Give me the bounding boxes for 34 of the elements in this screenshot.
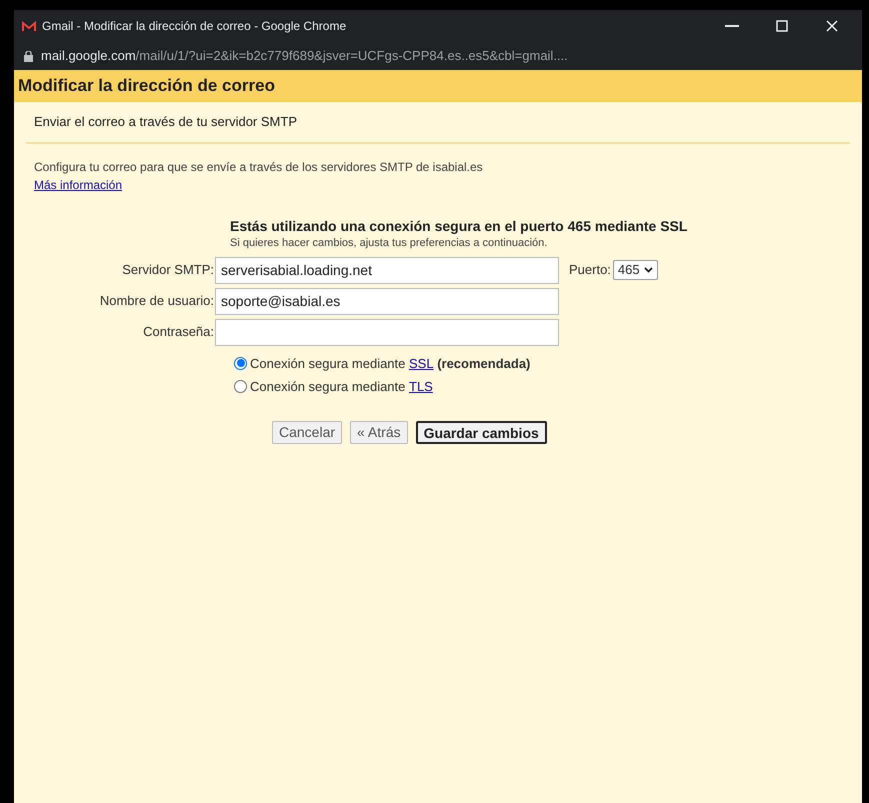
protocol-link[interactable]: SSL xyxy=(409,354,434,373)
dialog-button[interactable]: Guardar cambios xyxy=(416,420,547,444)
dialog-button[interactable]: Cancelar xyxy=(272,420,342,444)
intro-text: Configura tu correo para que se envíe a través de los servidores SMTP de isabial.es xyxy=(34,158,484,176)
radio-label: Conexión segura mediante xyxy=(250,378,406,396)
notice-subtitle: Si quieres hacer cambios, ajusta tus preferencias a continuación. xyxy=(230,236,548,248)
dialog-button[interactable]: « Atrás xyxy=(350,420,408,444)
more-info-link[interactable]: Más información xyxy=(34,176,122,194)
radio-button[interactable] xyxy=(234,356,247,370)
recommended-label: (recomendada) xyxy=(436,354,530,373)
input-field[interactable]: soporte@isabial.es xyxy=(215,288,559,314)
window-title: Gmail - Modificar la dirección de correo - Google Chrome xyxy=(42,18,348,35)
port-label: Puerto: xyxy=(569,261,611,280)
radio-button[interactable] xyxy=(234,380,247,394)
field-label: Servidor SMTP: xyxy=(121,261,215,280)
input-field[interactable]: serverisabial.loading.net xyxy=(215,256,559,284)
input-field[interactable] xyxy=(215,318,559,346)
notice-title: Estás utilizando una conexión segura en el puerto 465 mediante SSL xyxy=(230,216,688,236)
dialog-title: Modificar la dirección de correo xyxy=(18,75,275,98)
address-bar[interactable]: mail.google.com/mail/u/1/?ui=2&ik=b2c779f689&jsver=UCFgs-CPP84.es..es5&cbl=gmail.... xyxy=(14,42,862,70)
maximize-icon xyxy=(776,20,788,32)
section-title: Enviar el correo a través de tu servidor SMTP xyxy=(26,112,850,144)
minimize-icon xyxy=(725,25,739,27)
field-label: Contraseña: xyxy=(142,323,215,342)
lock-icon xyxy=(24,50,33,62)
chevron-down-icon xyxy=(644,267,653,273)
url-path: /mail/u/1/?ui=2&ik=b2c779f689&jsver=UCFgs-CPP84.es..es5&cbl=gmail.... xyxy=(136,47,568,66)
close-icon xyxy=(826,20,838,32)
mail-logo-icon xyxy=(22,20,36,32)
field-label: Nombre de usuario: xyxy=(98,292,215,310)
url-host: mail.google.com xyxy=(41,47,136,66)
radio-label: Conexión segura mediante xyxy=(250,354,406,373)
protocol-link[interactable]: TLS xyxy=(409,377,433,396)
port-select[interactable]: 465 xyxy=(612,260,658,280)
